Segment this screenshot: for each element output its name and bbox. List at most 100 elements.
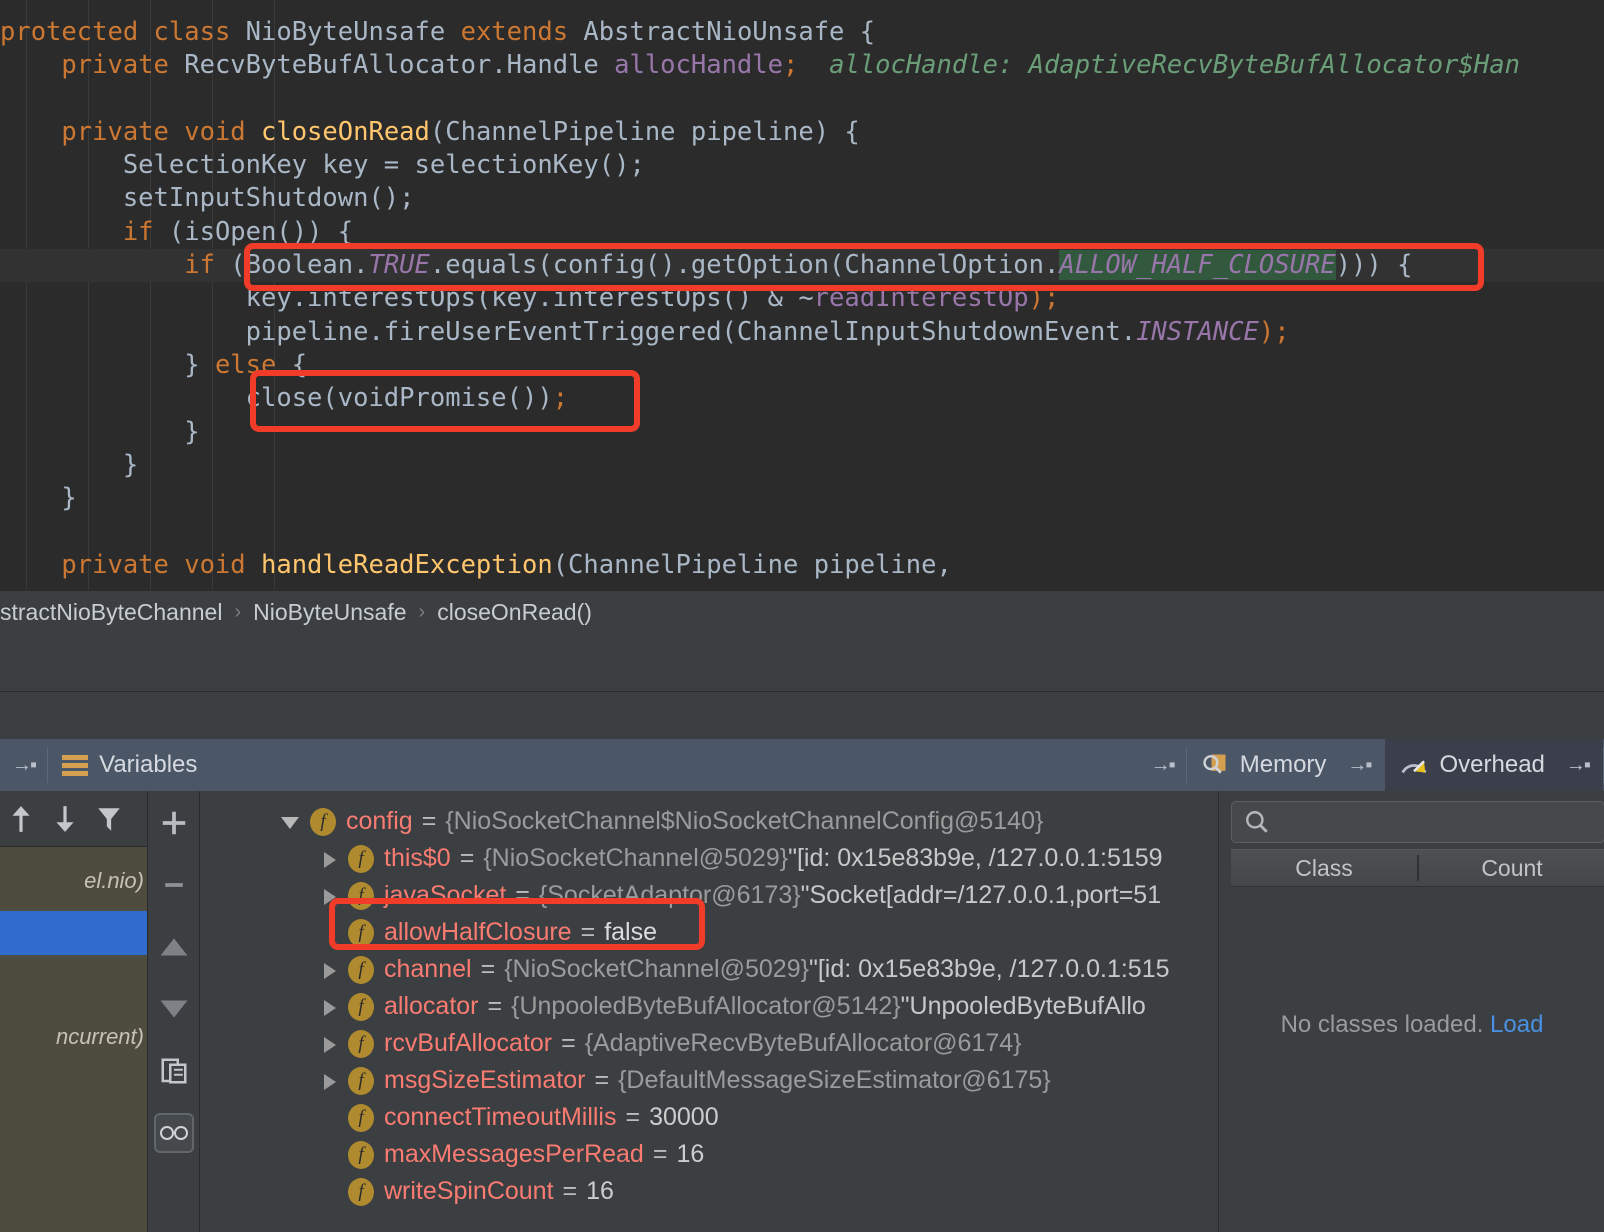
tab-memory[interactable]: Memory →▪	[1187, 739, 1385, 791]
variable-name: config	[346, 807, 413, 835]
tab-memory-label: Memory	[1239, 751, 1327, 778]
variable-row[interactable]: f maxMessagesPerRead = 16	[200, 1136, 1218, 1173]
field-icon: f	[348, 1029, 374, 1058]
remove-watch-button[interactable]	[154, 865, 194, 905]
code-text[interactable]: protected class NioByteUnsafe extends Ab…	[0, 0, 1604, 582]
variable-row[interactable]: f this$0 = {NioSocketChannel@5029} "[id: 0x…	[200, 840, 1218, 877]
variables-tree[interactable]: f config = {NioSocketChannel$NioSocketChann…	[200, 791, 1218, 1232]
pin-right-icon[interactable]: →▪	[1139, 754, 1186, 777]
pin-memory-icon[interactable]: →▪	[1337, 754, 1372, 777]
code-token: key.interestOps(key.interestOps() & ~	[0, 283, 814, 314]
breadcrumb[interactable]: stractNioByteChannel › NioByteUnsafe › close…	[0, 590, 1604, 634]
arrow-up-icon[interactable]	[8, 804, 34, 834]
chevron-right-icon[interactable]	[318, 959, 340, 981]
breadcrumb-item[interactable]: NioByteUnsafe	[253, 599, 406, 626]
frame-list-item[interactable]	[0, 963, 147, 1007]
breadcrumb-item[interactable]: closeOnRead()	[437, 599, 592, 626]
variable-row[interactable]: f rcvBufAllocator = {AdaptiveRecvByteBufAll…	[200, 1025, 1218, 1062]
chevron-right-icon[interactable]	[318, 848, 340, 870]
memory-table-header: Class Count	[1231, 849, 1604, 887]
chevron-right-icon[interactable]	[318, 996, 340, 1018]
debugger-tool-window: →▪ Variables →▪ Memory →▪ Overhead →▪ el…	[0, 739, 1604, 1232]
code-token: handleReadException	[261, 549, 553, 580]
code-token: protected	[0, 17, 154, 47]
chevron-down-icon[interactable]	[280, 811, 302, 833]
field-icon: f	[348, 1177, 374, 1206]
code-line: if (Boolean.TRUE.equals(config().getOpti…	[0, 249, 1604, 282]
memory-empty-message: No classes loaded. Load	[1219, 1011, 1604, 1039]
tab-overhead-label: Overhead	[1439, 751, 1545, 778]
overhead-icon	[1401, 760, 1426, 774]
code-line: protected class NioByteUnsafe extends Ab…	[0, 16, 1604, 49]
load-classes-link[interactable]: Load	[1490, 1011, 1543, 1038]
equals-sign: =	[580, 918, 596, 946]
equals-sign: =	[652, 1140, 668, 1168]
code-token: }	[0, 449, 139, 480]
code-token: AbstractNioUnsafe {	[583, 17, 876, 47]
code-line: key.interestOps(key.interestOps() & ~rea…	[0, 282, 1604, 315]
chevron-right-icon[interactable]	[318, 885, 340, 907]
column-header-count[interactable]: Count	[1419, 855, 1604, 882]
variable-row[interactable]: f msgSizeEstimator = {DefaultMessageSizeEst…	[200, 1062, 1218, 1099]
equals-sign: =	[487, 992, 503, 1020]
filter-icon[interactable]	[96, 804, 122, 834]
variable-row[interactable]: f channel = {NioSocketChannel@5029} "[id: 0…	[200, 951, 1218, 988]
column-header-class[interactable]: Class	[1231, 855, 1417, 882]
code-editor[interactable]: protected class NioByteUnsafe extends Ab…	[0, 0, 1604, 590]
variable-value: {SocketAdaptor@6173}	[538, 881, 801, 909]
copy-icon[interactable]	[154, 1051, 194, 1091]
code-token: extends	[460, 17, 584, 47]
code-token: ALLOW_HALF_CLOSURE	[1059, 250, 1336, 281]
code-line: }	[0, 449, 1604, 482]
code-token: }	[0, 416, 200, 447]
variable-row[interactable]: f connectTimeoutMillis = 30000	[200, 1099, 1218, 1136]
code-token: SelectionKey key = selectionKey();	[0, 150, 645, 181]
frame-list-item[interactable]: el.nio)	[0, 859, 147, 903]
code-token: );	[1028, 283, 1060, 314]
code-token: INSTANCE	[1136, 316, 1259, 347]
frame-list-item[interactable]: ncurrent)	[0, 1015, 147, 1059]
variable-name: connectTimeoutMillis	[384, 1103, 617, 1131]
code-token: (Boolean.	[230, 250, 369, 281]
breadcrumb-item[interactable]: stractNioByteChannel	[0, 599, 222, 626]
variable-value: {AdaptiveRecvByteBufAllocator@6174}	[584, 1029, 1022, 1057]
editor-lower-band	[0, 634, 1604, 692]
chevron-right-icon[interactable]	[318, 1070, 340, 1092]
variable-row[interactable]: f writeSpinCount = 16	[200, 1173, 1218, 1210]
variable-row[interactable]: f config = {NioSocketChannel$NioSocketChann…	[200, 803, 1218, 840]
field-icon: f	[348, 1140, 374, 1169]
field-icon: f	[348, 918, 374, 947]
code-token: private void	[0, 549, 261, 580]
memory-search-input[interactable]	[1280, 809, 1580, 835]
variable-row[interactable]: f allowHalfClosure = false	[200, 914, 1218, 951]
variables-icon	[62, 752, 89, 778]
code-line: private RecvByteBufAllocator.Handle allo…	[0, 49, 1604, 82]
add-watch-button[interactable]	[154, 803, 194, 843]
code-token: if	[0, 250, 231, 281]
code-token: (ChannelPipeline pipeline) {	[429, 116, 860, 147]
memory-search-box[interactable]	[1231, 801, 1604, 843]
pin-left-icon[interactable]: →▪	[0, 754, 47, 777]
equals-sign: =	[625, 1103, 641, 1131]
arrow-down-icon[interactable]	[52, 804, 78, 834]
frame-list-item[interactable]	[0, 911, 147, 955]
variable-value: 30000	[649, 1103, 719, 1131]
move-up-button[interactable]	[154, 927, 194, 967]
code-line: }	[0, 416, 1604, 449]
variable-row[interactable]: f javaSocket = {SocketAdaptor@6173} "Socket…	[200, 877, 1218, 914]
code-token: NioByteUnsafe	[245, 17, 461, 47]
chevron-right-icon[interactable]	[318, 1033, 340, 1055]
variable-value-string: "Socket[addr=/127.0.0.1,port=51	[800, 881, 1162, 909]
pin-overhead-icon[interactable]: →▪	[1556, 754, 1591, 777]
tab-overhead[interactable]: Overhead →▪	[1384, 739, 1603, 791]
variable-row[interactable]: f allocator = {UnpooledByteBufAllocator@514…	[200, 988, 1218, 1025]
tab-variables[interactable]: Variables	[48, 739, 211, 791]
variable-value: {NioSocketChannel$NioSocketChannelConfig…	[445, 807, 1044, 835]
frames-panel[interactable]: el.nio) ncurrent)	[0, 791, 148, 1232]
equals-sign: =	[594, 1066, 610, 1094]
code-token: closeOnRead	[261, 116, 430, 147]
move-down-button[interactable]	[154, 989, 194, 1029]
glasses-icon[interactable]	[153, 1113, 194, 1153]
